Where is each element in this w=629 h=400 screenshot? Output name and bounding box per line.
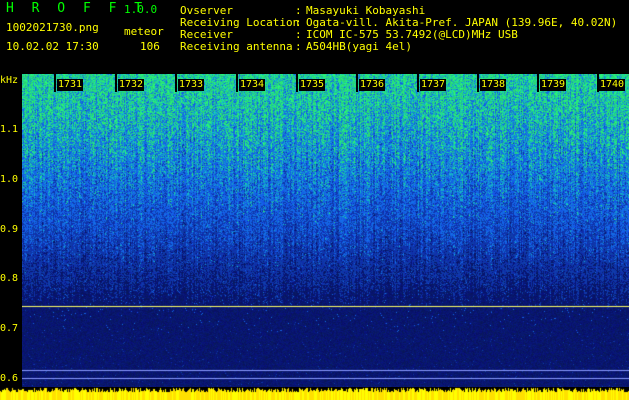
y-axis-unit: kHz	[0, 75, 19, 86]
x-tick-label: 1731	[57, 79, 84, 91]
field-label-antenna: Receiving antenna	[180, 40, 293, 53]
x-tick-label: 1733	[178, 79, 205, 91]
observation-datetime: 10.02.02 17:30	[6, 40, 99, 53]
x-tick-label: 1740	[599, 79, 626, 91]
x-tick-mark	[175, 74, 177, 92]
observation-mode: meteor	[124, 25, 164, 38]
field-sep: :	[295, 40, 302, 53]
y-tick-label: 0.8	[0, 273, 19, 284]
y-tick-label: 0.9	[0, 224, 19, 235]
y-tick-label: 1.0	[0, 174, 19, 185]
x-tick-mark	[54, 74, 56, 92]
y-tick-label: 0.6	[0, 373, 19, 384]
spectrogram-canvas	[22, 74, 629, 387]
x-tick-label: 1737	[420, 79, 447, 91]
image-filename: 1002021730.png	[6, 21, 99, 34]
x-tick-label: 1738	[480, 79, 507, 91]
x-tick-mark	[236, 74, 238, 92]
x-tick-label: 1736	[359, 79, 386, 91]
x-tick-mark	[537, 74, 539, 92]
field-value-antenna: A504HB(yagi 4el)	[306, 40, 412, 53]
x-tick-label: 1735	[299, 79, 326, 91]
x-tick-mark	[477, 74, 479, 92]
y-tick-label: 1.1	[0, 124, 19, 135]
spectrogram-plot	[22, 74, 629, 387]
x-tick-mark	[296, 74, 298, 92]
header-panel: H R O F F T 1.0.0 1002021730.png meteor …	[0, 0, 629, 74]
signal-level-strip	[0, 387, 629, 400]
x-tick-label: 1734	[239, 79, 266, 91]
x-tick-mark	[115, 74, 117, 92]
signal-level-canvas	[0, 387, 629, 400]
x-tick-mark	[417, 74, 419, 92]
meteor-count: 106	[140, 40, 160, 53]
x-tick-label: 1739	[540, 79, 567, 91]
x-tick-label: 1732	[118, 79, 145, 91]
app-version: 1.0.0	[124, 3, 158, 16]
x-tick-mark	[356, 74, 358, 92]
y-tick-label: 0.7	[0, 323, 19, 334]
